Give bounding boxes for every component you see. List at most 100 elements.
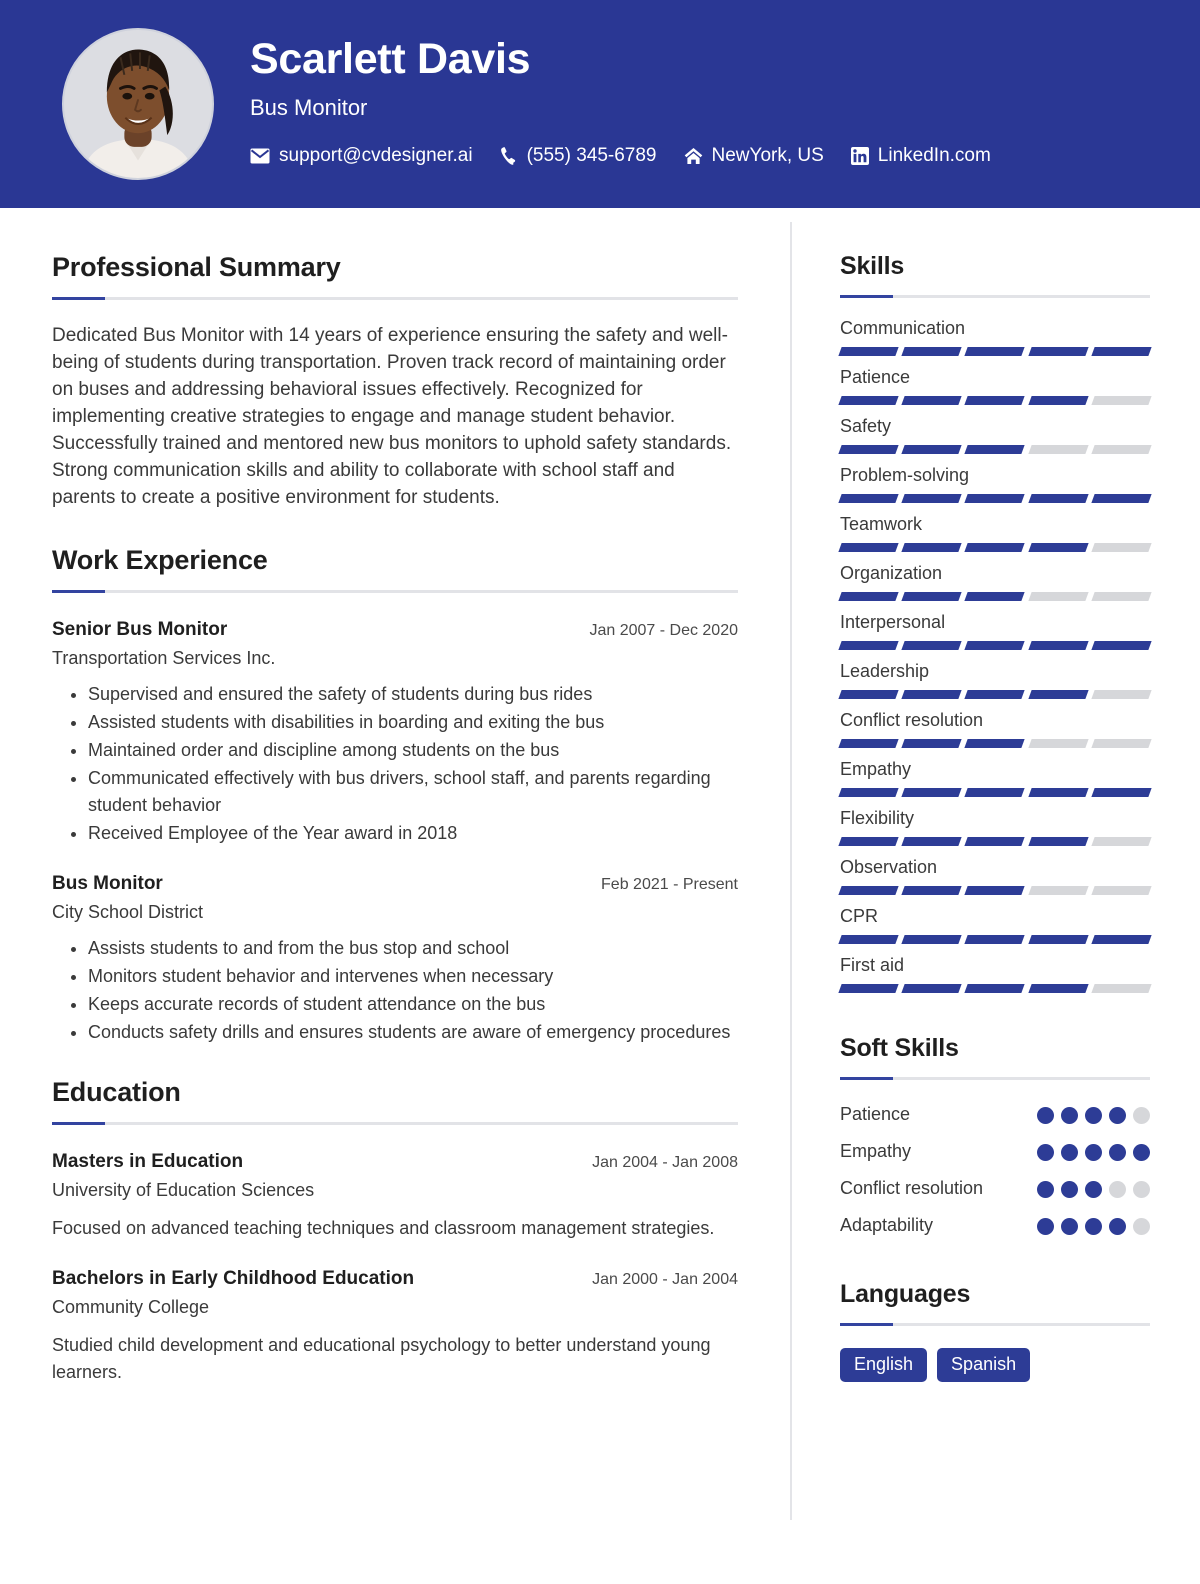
profile-photo-icon bbox=[64, 30, 212, 178]
skill-bar-segment bbox=[964, 935, 1026, 944]
skill-row: Organization bbox=[838, 563, 1152, 601]
skill-bar-segment bbox=[964, 641, 1026, 650]
soft-skill-label: Empathy bbox=[840, 1141, 912, 1161]
skill-bar-segment bbox=[964, 690, 1026, 699]
rating-dot bbox=[1109, 1181, 1126, 1198]
entry-title: Bus Monitor bbox=[52, 873, 163, 894]
skill-level-bar bbox=[838, 641, 1152, 650]
contact-location[interactable]: NewYork, US bbox=[684, 145, 824, 167]
skill-bar-segment bbox=[1091, 886, 1152, 895]
skill-row: Empathy bbox=[838, 759, 1152, 797]
skill-bar-segment bbox=[964, 886, 1026, 895]
rating-dot bbox=[1085, 1144, 1102, 1161]
section-languages: Languages English Spanish bbox=[840, 1280, 1150, 1382]
entry-title: Senior Bus Monitor bbox=[52, 619, 228, 640]
skill-bar-segment bbox=[838, 837, 899, 846]
skill-bar-segment bbox=[964, 984, 1026, 993]
skill-bar-segment bbox=[901, 788, 963, 797]
education-entry: Masters in Education Jan 2004 - Jan 2008 U… bbox=[52, 1151, 738, 1242]
entry-description: Studied child development and educationa… bbox=[52, 1335, 711, 1382]
contact-email[interactable]: support@cvdesigner.ai bbox=[250, 145, 473, 167]
skill-bar-segment bbox=[964, 788, 1026, 797]
envelope-icon bbox=[250, 148, 270, 164]
rating-dot bbox=[1037, 1144, 1054, 1161]
soft-skill-rating bbox=[1037, 1139, 1150, 1161]
skill-bar-segment bbox=[1091, 641, 1152, 650]
skill-row: Observation bbox=[838, 857, 1152, 895]
skill-bar-segment bbox=[838, 396, 899, 405]
skill-level-bar bbox=[838, 935, 1152, 944]
section-rule bbox=[840, 1323, 1150, 1326]
entry-bullet: Monitors student behavior and intervenes… bbox=[88, 963, 738, 990]
entry-header: Bus Monitor Feb 2021 - Present bbox=[52, 873, 738, 895]
page-title: Scarlett Davis bbox=[250, 35, 531, 84]
contact-phone[interactable]: (555) 345-6789 bbox=[500, 145, 657, 167]
skill-bar-segment bbox=[1027, 494, 1089, 503]
entry-header: Senior Bus Monitor Jan 2007 - Dec 2020 bbox=[52, 619, 738, 641]
contact-location-text: NewYork, US bbox=[711, 144, 824, 166]
summary-text: Dedicated Bus Monitor with 14 years of e… bbox=[52, 325, 732, 508]
section-rule bbox=[52, 1122, 738, 1125]
skill-bar-segment bbox=[901, 543, 963, 552]
skill-bar-segment bbox=[901, 641, 963, 650]
section-rule bbox=[840, 1077, 1150, 1080]
soft-skill-label: Adaptability bbox=[840, 1215, 934, 1235]
rating-dot bbox=[1109, 1107, 1126, 1124]
skill-bar-segment bbox=[1027, 788, 1089, 797]
rating-dot bbox=[1037, 1218, 1054, 1235]
skill-row: Problem-solving bbox=[838, 465, 1152, 503]
skill-bar-segment bbox=[838, 445, 899, 454]
skill-bar-segment bbox=[1027, 445, 1089, 454]
entry-date: Jan 2000 - Jan 2004 bbox=[592, 1271, 738, 1288]
header-text-block: Scarlett Davis Bus Monitor support@cvdes… bbox=[250, 37, 991, 170]
skill-bar-segment bbox=[964, 347, 1026, 356]
entry-organization: Transportation Services Inc. bbox=[52, 648, 276, 668]
skill-bar-segment bbox=[1091, 543, 1152, 552]
skill-bar-segment bbox=[838, 690, 899, 699]
skill-bar-segment bbox=[838, 886, 899, 895]
soft-skill-label: Patience bbox=[840, 1104, 911, 1124]
skill-row: Communication bbox=[838, 318, 1152, 356]
skill-bar-segment bbox=[964, 543, 1026, 552]
column-divider bbox=[790, 222, 792, 1520]
skill-bar-segment bbox=[1091, 984, 1152, 993]
rating-dot bbox=[1133, 1181, 1150, 1198]
skill-label: Flexibility bbox=[840, 808, 915, 828]
skill-bar-segment bbox=[901, 347, 963, 356]
language-chip: English bbox=[840, 1348, 928, 1382]
rating-dot bbox=[1061, 1107, 1078, 1124]
skill-bar-segment bbox=[1027, 543, 1089, 552]
skill-bar-segment bbox=[1027, 396, 1089, 405]
sidebar-column: Skills Communication Patience Safety Proble… bbox=[790, 208, 1200, 1386]
rating-dot bbox=[1133, 1218, 1150, 1235]
skill-label: Empathy bbox=[840, 759, 912, 779]
skill-bar-segment bbox=[1027, 886, 1089, 895]
entry-header: Bachelors in Early Childhood Education Ja… bbox=[52, 1268, 738, 1290]
skill-label: Observation bbox=[840, 857, 938, 877]
entry-bullet: Supervised and ensured the safety of stu… bbox=[88, 681, 738, 708]
job-title: Bus Monitor bbox=[250, 94, 368, 120]
skill-bar-segment bbox=[964, 739, 1026, 748]
section-title-skills: Skills bbox=[840, 252, 905, 280]
section-rule bbox=[52, 590, 738, 593]
entry-bullet: Conducts safety drills and ensures stude… bbox=[88, 1019, 738, 1046]
entry-date: Jan 2007 - Dec 2020 bbox=[589, 622, 738, 639]
entry-title: Masters in Education bbox=[52, 1151, 244, 1172]
section-soft-skills: Soft Skills Patience Empathy Conflict reso… bbox=[840, 1034, 1150, 1238]
skill-level-bar bbox=[838, 788, 1152, 797]
skill-row: CPR bbox=[838, 906, 1152, 944]
rating-dot bbox=[1133, 1107, 1150, 1124]
resume-header: Scarlett Davis Bus Monitor support@cvdes… bbox=[0, 0, 1200, 208]
contact-linkedin[interactable]: LinkedIn.com bbox=[850, 145, 991, 167]
soft-skill-row: Adaptability bbox=[840, 1213, 1150, 1238]
rating-dot bbox=[1133, 1144, 1150, 1161]
entry-organization: City School District bbox=[52, 902, 204, 922]
skill-bar-segment bbox=[901, 739, 963, 748]
skill-level-bar bbox=[838, 347, 1152, 356]
skill-row: Leadership bbox=[838, 661, 1152, 699]
skill-bar-segment bbox=[838, 347, 899, 356]
skill-bar-segment bbox=[838, 788, 899, 797]
entry-bullet: Keeps accurate records of student attend… bbox=[88, 991, 738, 1018]
